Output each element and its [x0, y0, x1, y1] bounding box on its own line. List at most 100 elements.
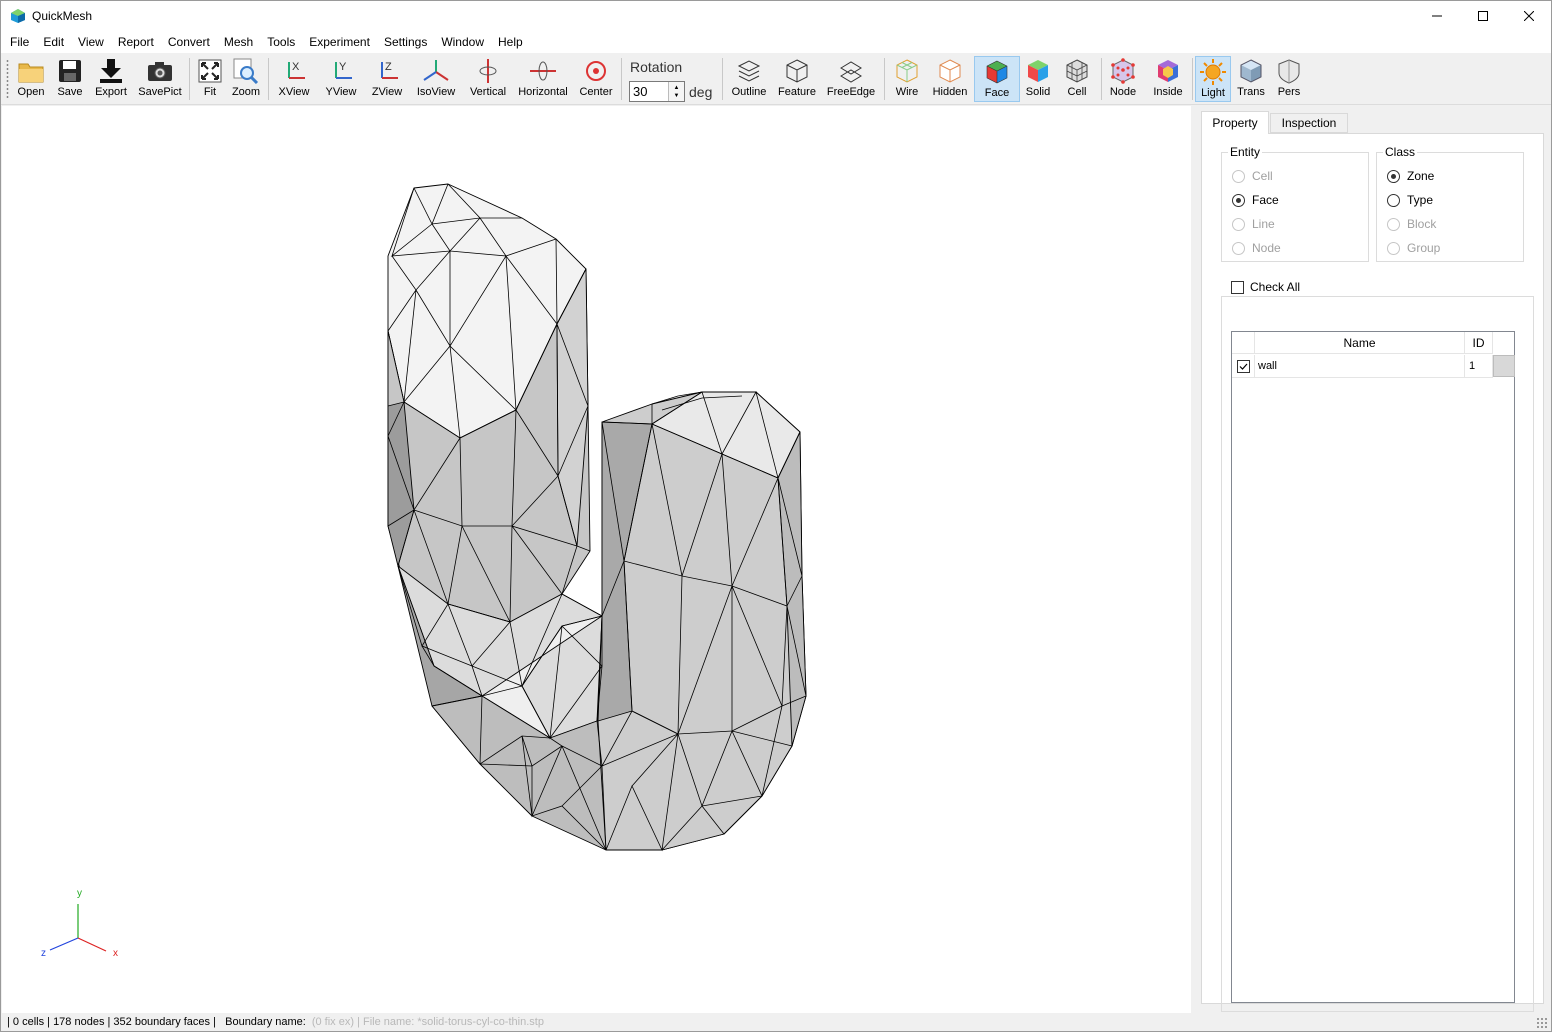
svg-text:X: X [292, 61, 300, 73]
menu-settings[interactable]: Settings [377, 31, 434, 53]
vertical-button[interactable]: Vertical [467, 56, 509, 102]
face-button[interactable]: Face [974, 56, 1020, 102]
save-button[interactable]: Save [54, 56, 86, 102]
minimize-button[interactable] [1414, 1, 1460, 31]
export-button[interactable]: Export [93, 56, 129, 102]
outline-layers-icon [737, 60, 761, 82]
zview-button[interactable]: Z ZView [367, 56, 407, 102]
radio-button[interactable] [1387, 193, 1400, 207]
class-radio-type[interactable]: Type [1387, 193, 1433, 207]
x-axis-view-icon: X [288, 61, 305, 79]
row-selector-button[interactable] [1493, 355, 1515, 377]
center-button[interactable]: Center [577, 56, 615, 102]
tab-property[interactable]: Property [1201, 111, 1269, 134]
table-row-name[interactable]: wall [1255, 355, 1465, 378]
toolbar-separator [1192, 58, 1193, 100]
hidden-button[interactable]: Hidden [930, 56, 970, 102]
rotation-spinner[interactable]: ▲ ▼ [668, 82, 684, 101]
spin-up-icon[interactable]: ▲ [674, 84, 680, 92]
3d-viewport[interactable]: y x z [2, 106, 1191, 1013]
pers-button[interactable]: Pers [1273, 56, 1305, 102]
menu-mesh[interactable]: Mesh [217, 31, 260, 53]
entity-radio-face[interactable]: Face [1232, 193, 1279, 207]
radio-button[interactable] [1387, 169, 1400, 183]
fit-screen-icon [198, 59, 222, 83]
solid-cube-icon [1028, 60, 1048, 82]
svg-text:Z: Z [385, 61, 392, 73]
status-bar: | 0 cells | 178 nodes | 352 boundary fac… [1, 1013, 1551, 1031]
toolbar-separator [1101, 58, 1102, 100]
menu-convert[interactable]: Convert [161, 31, 217, 53]
entity-group-title: Entity [1228, 145, 1263, 159]
menu-tools[interactable]: Tools [260, 31, 302, 53]
menu-window[interactable]: Window [434, 31, 491, 53]
maximize-icon [1478, 11, 1488, 21]
cell-button[interactable]: Cell [1061, 56, 1093, 102]
inside-cube-icon [1158, 60, 1178, 82]
class-radio-group[interactable]: Group [1387, 241, 1440, 255]
node-button[interactable]: Node [1106, 56, 1140, 102]
menu-help[interactable]: Help [491, 31, 530, 53]
solid-button[interactable]: Solid [1023, 56, 1053, 102]
radio-button[interactable] [1387, 241, 1400, 255]
entity-radio-node[interactable]: Node [1232, 241, 1281, 255]
radio-button[interactable] [1387, 217, 1400, 231]
trans-button[interactable]: Trans [1235, 56, 1267, 102]
entity-radio-cell[interactable]: Cell [1232, 169, 1273, 183]
horizontal-button[interactable]: Horizontal [516, 56, 570, 102]
menu-experiment[interactable]: Experiment [302, 31, 377, 53]
class-group-title: Class [1383, 145, 1418, 159]
zoom-button[interactable]: Zoom [230, 56, 262, 102]
title-bar: QuickMesh [1, 1, 1551, 31]
yview-button[interactable]: Y YView [321, 56, 361, 102]
freeedge-button[interactable]: FreeEdge [824, 56, 878, 102]
light-button[interactable]: Light [1195, 56, 1231, 102]
z-axis-view-icon: Z [381, 61, 398, 79]
inside-button[interactable]: Inside [1149, 56, 1187, 102]
isometric-view-icon [423, 60, 449, 81]
class-radio-block[interactable]: Block [1387, 217, 1436, 231]
xview-button[interactable]: X XView [275, 56, 313, 102]
transparent-cube-icon [1240, 59, 1262, 83]
checked-checkbox-icon[interactable] [1236, 359, 1250, 373]
cell-mesh-icon [1066, 59, 1088, 83]
zone-table: Name ID wall 1 [1231, 331, 1515, 1003]
resize-grip[interactable] [1536, 1017, 1548, 1029]
radio-button[interactable] [1232, 169, 1245, 183]
radio-button[interactable] [1232, 241, 1245, 255]
download-arrow-icon [100, 59, 122, 83]
feature-button[interactable]: Feature [776, 56, 818, 102]
table-header-id[interactable]: ID [1465, 332, 1493, 354]
table-row-checkbox[interactable] [1232, 355, 1255, 378]
tab-inspection[interactable]: Inspection [1270, 113, 1348, 133]
sun-light-icon [1200, 59, 1226, 85]
menu-report[interactable]: Report [111, 31, 161, 53]
spin-down-icon[interactable]: ▼ [674, 92, 680, 100]
savepict-button[interactable]: SavePict [137, 56, 183, 102]
menu-view[interactable]: View [71, 31, 111, 53]
status-text: | 0 cells | 178 nodes | 352 boundary fac… [7, 1016, 306, 1028]
mesh-render[interactable] [2, 106, 1191, 1013]
fit-button[interactable]: Fit [195, 56, 225, 102]
checkbox[interactable] [1231, 280, 1244, 294]
entity-radio-line[interactable]: Line [1232, 217, 1275, 231]
wire-button[interactable]: Wire [890, 56, 924, 102]
toolbar-separator [722, 58, 723, 100]
open-button[interactable]: Open [15, 56, 47, 102]
y-axis-view-icon: Y [335, 61, 352, 79]
menu-edit[interactable]: Edit [36, 31, 71, 53]
toolbar-grip[interactable] [6, 59, 9, 99]
check-all-checkbox[interactable]: Check All [1231, 280, 1300, 294]
rotation-label: Rotation [630, 59, 683, 75]
wireframe-cube-icon [896, 59, 918, 83]
outline-button[interactable]: Outline [728, 56, 770, 102]
maximize-button[interactable] [1460, 1, 1506, 31]
isoview-button[interactable]: IsoView [413, 56, 459, 102]
property-tab-content: Entity Cell Face Line Node Class Zone Ty… [1201, 133, 1544, 1012]
radio-button[interactable] [1232, 193, 1245, 207]
close-button[interactable] [1506, 1, 1552, 31]
menu-file[interactable]: File [3, 31, 36, 53]
table-header-name[interactable]: Name [1255, 332, 1465, 354]
radio-button[interactable] [1232, 217, 1245, 231]
class-radio-zone[interactable]: Zone [1387, 169, 1434, 183]
